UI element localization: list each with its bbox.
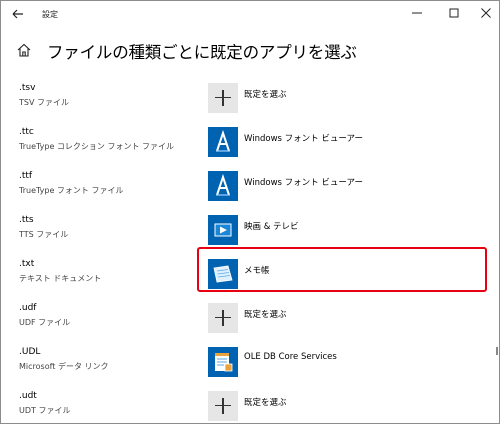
list-item: .ttc TrueType コレクション フォント ファイル Windows フ… [1,115,499,159]
title-bar: 設定 [1,1,499,29]
list-item: .UDL Microsoft データ リンク OLE DB Core Servi… [1,335,499,379]
scrollbar-thumb[interactable] [496,347,498,355]
file-extension: .udt [19,391,37,401]
file-description: TTS ファイル [19,230,69,239]
default-app-label: 既定を選ぶ [244,310,287,320]
default-app-label: Windows フォント ビューアー [244,178,363,188]
file-description: UDT ファイル [19,406,71,415]
font-viewer-icon [208,127,238,157]
maximize-button[interactable] [441,2,467,24]
movies-tv-icon [208,215,238,245]
plus-icon [208,391,238,421]
file-extension: .udf [19,303,37,313]
file-extension: .tts [19,215,34,225]
default-app-label: 既定を選ぶ [244,90,287,100]
file-description: TrueType フォント ファイル [19,186,124,195]
minimize-button[interactable] [404,2,430,24]
default-app-button[interactable]: 既定を選ぶ [208,83,448,113]
page-title: ファイルの種類ごとに既定のアプリを選ぶ [47,43,357,62]
default-app-label: 既定を選ぶ [244,398,287,408]
file-description: テキスト ドキュメント [19,274,102,283]
file-description: UDF ファイル [19,318,71,327]
home-icon[interactable] [16,42,32,58]
settings-window: 設定 ファイルの種類ごとに既定のアプリを選ぶ .tsv TSV ファイル 既定を… [0,0,500,424]
close-icon [481,8,491,18]
file-extension: .UDL [19,347,41,357]
highlight-box [197,247,487,292]
back-button[interactable] [7,3,29,25]
default-app-button[interactable]: 既定を選ぶ [208,391,448,421]
file-description: TrueType コレクション フォント ファイル [19,142,174,151]
default-app-button[interactable]: Windows フォント ビューアー [208,171,448,201]
home-glyph-icon [17,43,31,57]
plus-icon [208,83,238,113]
minimize-icon [412,12,422,14]
file-extension: .tsv [19,83,36,93]
default-app-button[interactable]: OLE DB Core Services [208,347,448,377]
ole-db-icon [208,347,238,377]
default-app-button[interactable]: 既定を選ぶ [208,303,448,333]
back-arrow-icon [12,9,23,19]
default-app-label: OLE DB Core Services [244,352,337,362]
plus-icon [208,303,238,333]
maximize-icon [449,8,459,18]
file-description: TSV ファイル [19,98,69,107]
list-item: .udt UDT ファイル 既定を選ぶ [1,379,499,423]
file-extension: .txt [19,259,35,269]
file-description: Microsoft データ リンク [19,362,109,371]
list-item: .tsv TSV ファイル 既定を選ぶ [1,71,499,115]
file-extension: .ttc [19,127,34,137]
font-viewer-icon [208,171,238,201]
default-app-label: Windows フォント ビューアー [244,134,363,144]
default-app-label: 映画 & テレビ [244,222,299,232]
default-app-button[interactable]: Windows フォント ビューアー [208,127,448,157]
list-item: .tts TTS ファイル 映画 & テレビ [1,203,499,247]
list-item: .udf UDF ファイル 既定を選ぶ [1,291,499,335]
file-extension: .ttf [19,171,33,181]
close-button[interactable] [473,2,499,24]
list-item: .ttf TrueType フォント ファイル Windows フォント ビュー… [1,159,499,203]
default-app-button[interactable]: 映画 & テレビ [208,215,448,245]
window-title: 設定 [42,10,58,19]
